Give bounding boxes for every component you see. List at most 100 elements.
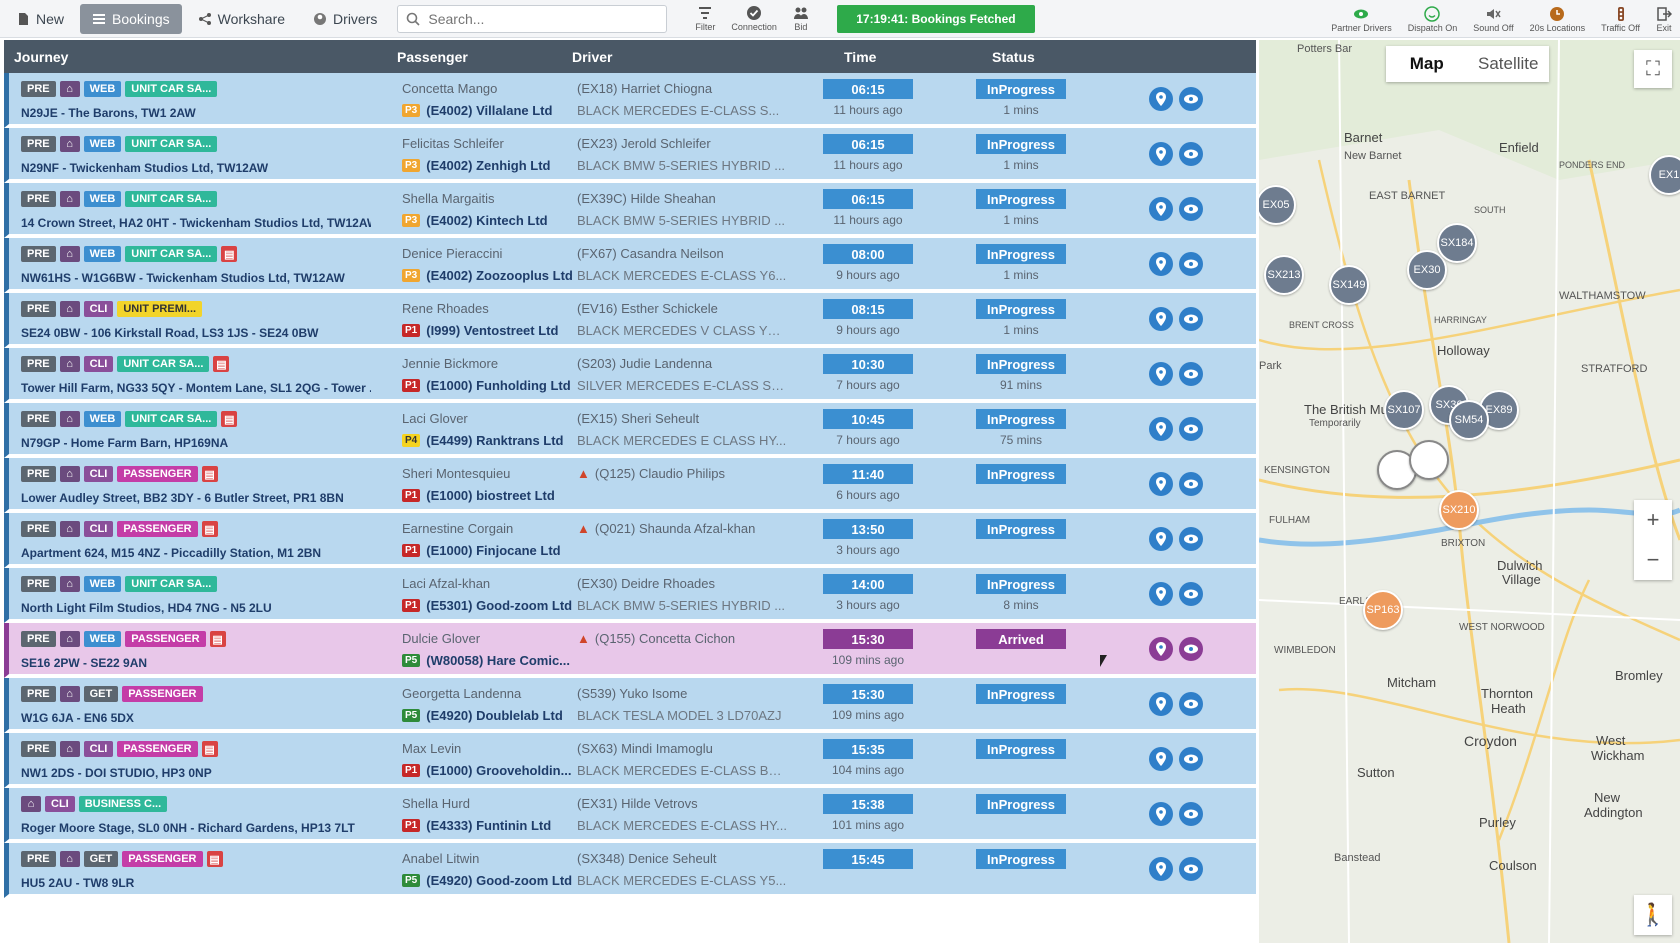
zoom-out-button[interactable]: −: [1647, 540, 1660, 580]
map-tab[interactable]: Map: [1386, 46, 1468, 82]
new-button[interactable]: New: [4, 4, 76, 34]
table-row[interactable]: PRE ⌂ WEB UNIT CAR SA... ▤ N79GP - Home Farm…: [4, 403, 1256, 458]
locate-button[interactable]: [1149, 637, 1173, 661]
table-row[interactable]: PRE ⌂ CLI UNIT PREMI... SE24 0BW - 106 Kirk…: [4, 293, 1256, 348]
driver-pin[interactable]: SP163: [1363, 590, 1403, 630]
table-row[interactable]: PRE ⌂ GET PASSENGER W1G 6JA - EN6 5DX Georg…: [4, 678, 1256, 733]
view-button[interactable]: [1179, 527, 1203, 551]
view-button[interactable]: [1179, 417, 1203, 441]
account: P1 (E1000) biostreet Ltd: [402, 488, 580, 503]
status-badge: InProgress: [976, 409, 1066, 429]
map-label: FULHAM: [1269, 515, 1311, 526]
drivers-tab[interactable]: Drivers: [301, 4, 389, 34]
view-button[interactable]: [1179, 692, 1203, 716]
view-button[interactable]: [1179, 637, 1203, 661]
passenger-name: Jennie Bickmore: [402, 356, 499, 371]
map-label: Croydon: [1464, 733, 1517, 749]
booking-tag: PASSENGER: [117, 466, 198, 482]
locate-button[interactable]: [1149, 857, 1173, 881]
table-row[interactable]: PRE ⌂ WEB UNIT CAR SA... N29JE - The Barons…: [4, 73, 1256, 128]
driver-pin-cluster[interactable]: [1409, 440, 1449, 480]
eye-icon: [1184, 864, 1198, 874]
locate-button[interactable]: [1149, 87, 1173, 111]
view-button[interactable]: [1179, 197, 1203, 221]
locate-button[interactable]: [1149, 252, 1173, 276]
view-button[interactable]: [1179, 362, 1203, 386]
view-button[interactable]: [1179, 582, 1203, 606]
table-row[interactable]: PRE ⌂ CLI UNIT CAR SA... ▤ Tower Hill Farm, …: [4, 348, 1256, 403]
view-button[interactable]: [1179, 802, 1203, 826]
workshare-tab[interactable]: Workshare: [186, 4, 297, 34]
driver: (EV16) Esther Schickele: [577, 301, 718, 316]
status-minutes: 91 mins: [999, 378, 1043, 392]
time-ago: 11 hours ago: [833, 158, 903, 172]
filter-button[interactable]: Filter: [687, 0, 723, 38]
search-input[interactable]: [428, 10, 649, 27]
street-view-button[interactable]: 🚶: [1634, 895, 1672, 935]
locate-button[interactable]: [1149, 747, 1173, 771]
table-row[interactable]: PRE ⌂ CLI PASSENGER ▤ NW1 2DS - DOI STUDIO, …: [4, 733, 1256, 788]
eye-icon: [1354, 9, 1369, 18]
view-button[interactable]: [1179, 87, 1203, 111]
table-row[interactable]: PRE ⌂ WEB UNIT CAR SA... N29NF - Twickenham…: [4, 128, 1256, 183]
locate-button[interactable]: [1149, 362, 1173, 386]
header-journey: Journey: [14, 49, 69, 65]
dispatch-button[interactable]: Dispatch On: [1400, 0, 1466, 38]
map-pin-icon: [1156, 752, 1166, 766]
locate-button[interactable]: [1149, 802, 1173, 826]
driver-name: (S203) Judie Landenna: [577, 356, 713, 371]
table-row[interactable]: PRE ⌂ GET PASSENGER ▤ HU5 2AU - TW8 9LR Anab…: [4, 843, 1256, 898]
bid-button[interactable]: Bid: [785, 0, 817, 38]
account: P1 (E4333) Funtinin Ltd: [402, 818, 580, 833]
view-button[interactable]: [1179, 307, 1203, 331]
locations-button[interactable]: 20s Locations: [1522, 0, 1594, 38]
connection-button[interactable]: Connection: [723, 0, 785, 38]
locate-button[interactable]: [1149, 527, 1173, 551]
view-button[interactable]: [1179, 857, 1203, 881]
bookings-tab[interactable]: Bookings: [80, 3, 182, 34]
sound-button[interactable]: Sound Off: [1465, 0, 1521, 38]
traffic-button[interactable]: Traffic Off: [1593, 0, 1648, 38]
table-row[interactable]: PRE ⌂ CLI PASSENGER ▤ Apartment 624, M15 4NZ…: [4, 513, 1256, 568]
view-button[interactable]: [1179, 252, 1203, 276]
driver: ▲ (Q155) Concetta Cichon: [577, 631, 735, 646]
driver-pin[interactable]: SX149: [1329, 265, 1369, 305]
locate-button[interactable]: [1149, 142, 1173, 166]
map-pin-icon: [1156, 532, 1166, 546]
fullscreen-button[interactable]: ⛶: [1634, 50, 1672, 88]
view-button[interactable]: [1179, 142, 1203, 166]
locate-button[interactable]: [1149, 582, 1173, 606]
table-row[interactable]: PRE ⌂ WEB UNIT CAR SA... 14 Crown Street, H…: [4, 183, 1256, 238]
vehicle: BLACK BMW 5-SERIES HYBRID ...: [577, 158, 786, 173]
satellite-tab[interactable]: Satellite: [1468, 46, 1550, 82]
driver-pin[interactable]: SX210: [1439, 490, 1479, 530]
driver-pin[interactable]: SX107: [1384, 390, 1424, 430]
driver-pin[interactable]: SX213: [1264, 255, 1304, 295]
table-row[interactable]: PRE ⌂ WEB PASSENGER ▤ SE16 2PW - SE22 9AN Du…: [4, 623, 1256, 678]
table-row[interactable]: ⌂ CLI BUSINESS C... Roger Moore Stage, SL0…: [4, 788, 1256, 843]
view-button[interactable]: [1179, 472, 1203, 496]
locate-button[interactable]: [1149, 692, 1173, 716]
map-panel[interactable]: Map Satellite ⛶ + − 🚶 Potters Bar Barnet…: [1259, 40, 1680, 943]
driver-pin[interactable]: SX184: [1437, 223, 1477, 263]
locate-button[interactable]: [1149, 307, 1173, 331]
table-row[interactable]: PRE ⌂ CLI PASSENGER ▤ Lower Audley Street, B…: [4, 458, 1256, 513]
partner-drivers-button[interactable]: Partner Drivers: [1323, 0, 1400, 38]
driver: ▲ (Q021) Shaunda Afzal-khan: [577, 521, 755, 536]
booking-tag: PRE: [21, 191, 56, 207]
driver-pin[interactable]: SM54: [1449, 400, 1489, 440]
bank-icon: ⌂: [59, 136, 80, 152]
account-name: (E1000) Grooveholdin...: [426, 763, 572, 778]
locate-button[interactable]: [1149, 472, 1173, 496]
locate-button[interactable]: [1149, 417, 1173, 441]
passenger-name: Dulcie Glover: [402, 631, 481, 646]
table-row[interactable]: PRE ⌂ WEB UNIT CAR SA... North Light Film S…: [4, 568, 1256, 623]
locate-button[interactable]: [1149, 197, 1173, 221]
exit-button[interactable]: Exit: [1648, 0, 1680, 38]
vehicle: BLACK BMW 5-SERIES HYBRID ...: [577, 598, 786, 613]
table-row[interactable]: PRE ⌂ WEB UNIT CAR SA... ▤ NW61HS - W1G6BW -…: [4, 238, 1256, 293]
zoom-in-button[interactable]: +: [1647, 500, 1660, 540]
exit-icon: [1657, 6, 1672, 21]
view-button[interactable]: [1179, 747, 1203, 771]
passenger-name: Laci Afzal-khan: [402, 576, 491, 591]
